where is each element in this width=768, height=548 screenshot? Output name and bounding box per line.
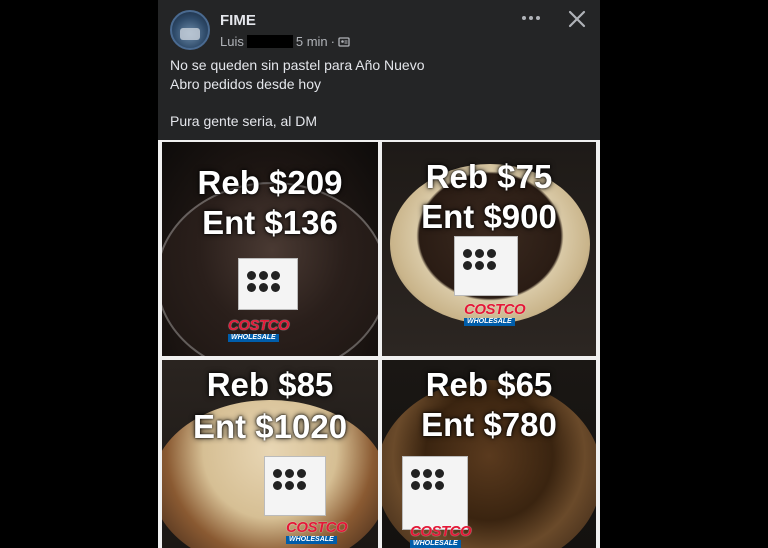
facebook-post-card: FIME Luis 5 min · No se queden sin paste…: [158, 0, 600, 548]
author-name[interactable]: Luis: [220, 34, 244, 49]
photo-cake-2[interactable]: Reb $75 Ent $900 COSTCO WHOLESALE: [382, 142, 596, 356]
post-meta: Luis 5 min ·: [220, 34, 350, 49]
costco-sub: WHOLESALE: [228, 334, 279, 342]
delivery-price: Ent $780: [421, 406, 557, 443]
costco-brand: COSTCO: [228, 317, 290, 334]
photo-cake-1[interactable]: Reb $209 Ent $136 COSTCO WHOLESALE: [162, 142, 378, 356]
costco-logo: COSTCO WHOLESALE: [410, 524, 488, 548]
costco-logo: COSTCO WHOLESALE: [228, 318, 306, 344]
product-label: [238, 258, 298, 310]
costco-logo: COSTCO WHOLESALE: [464, 302, 542, 328]
more-dots-icon: [522, 16, 526, 20]
photo-grid: Reb $209 Ent $136 COSTCO WHOLESALE Reb $…: [158, 140, 600, 548]
costco-brand: COSTCO: [410, 523, 472, 540]
costco-brand: COSTCO: [464, 301, 526, 318]
post-text-line-2: Abro pedidos desde hoy: [170, 76, 321, 92]
resale-price: Reb $65: [425, 366, 553, 403]
post-text-closing: Pura gente seria, al DM: [170, 113, 318, 129]
group-avatar[interactable]: [170, 10, 210, 50]
delivery-price: Ent $1020: [192, 408, 348, 445]
audience-group-icon: [338, 36, 350, 47]
costco-sub: WHOLESALE: [286, 536, 337, 544]
resale-price: Reb $209: [197, 164, 343, 201]
costco-brand: COSTCO: [286, 519, 348, 536]
product-label: [402, 456, 468, 530]
post-text: No se queden sin pastel para Año Nuevo A…: [170, 56, 590, 131]
close-icon[interactable]: [566, 8, 588, 30]
photo-cake-3[interactable]: Reb $85 Ent $1020 COSTCO WHOLESALE: [162, 360, 378, 548]
photo-cake-4[interactable]: Reb $65 Ent $780 COSTCO WHOLESALE: [382, 360, 596, 548]
costco-sub: WHOLESALE: [410, 540, 461, 548]
resale-price: Reb $75: [425, 158, 553, 195]
product-label: [264, 456, 326, 516]
resale-price: Reb $85: [206, 366, 334, 403]
product-label: [454, 236, 518, 296]
meta-separator: ·: [330, 34, 335, 49]
costco-logo: COSTCO WHOLESALE: [286, 520, 364, 546]
more-dot: [529, 16, 533, 20]
delivery-price: Ent $900: [421, 198, 557, 235]
post-time[interactable]: 5 min: [296, 34, 328, 49]
group-name[interactable]: FIME: [220, 12, 256, 29]
more-options-button[interactable]: [520, 8, 542, 28]
more-dot: [536, 16, 540, 20]
costco-sub: WHOLESALE: [464, 318, 515, 326]
delivery-price: Ent $136: [202, 204, 338, 241]
redaction-bar: [246, 35, 293, 48]
post-text-line-1: No se queden sin pastel para Año Nuevo: [170, 57, 425, 73]
